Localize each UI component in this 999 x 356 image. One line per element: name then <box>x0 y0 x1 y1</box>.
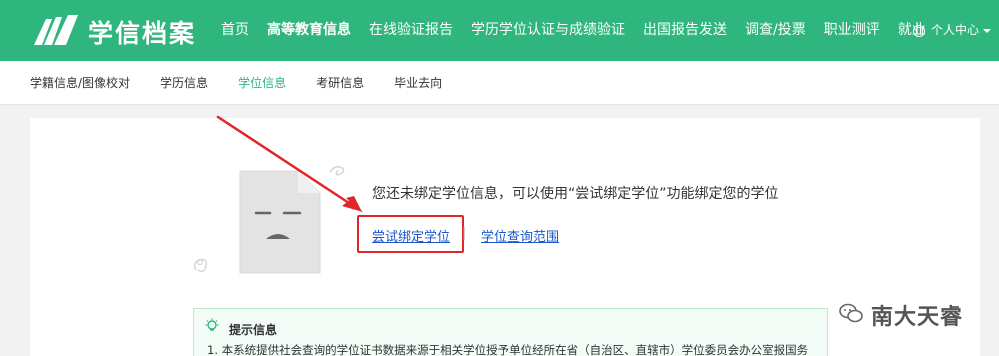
chevron-down-icon <box>983 28 992 33</box>
nav-item-survey[interactable]: 调查/投票 <box>736 0 815 61</box>
tip-line-1: 1. 本系统提供社会查询的学位证书数据来源于相关学位授予单位经所在省（自治区、直… <box>207 343 809 356</box>
lightbulb-icon <box>205 318 219 331</box>
nav-item-home[interactable]: 首页 <box>212 0 258 61</box>
nav-item-certification[interactable]: 学历学位认证与成绩验证 <box>462 0 634 61</box>
user-circle-icon <box>913 24 925 37</box>
subnav-item-graduation-destination[interactable]: 毕业去向 <box>379 61 457 105</box>
watermark-text: 南大天睿 <box>871 305 964 330</box>
nav-item-higher-education[interactable]: 高等教育信息 <box>258 0 360 61</box>
empty-state-message: 您还未绑定学位信息，可以使用“尝试绑定学位”功能绑定您的学位 <box>372 186 779 202</box>
sub-nav: 学籍信息/图像校对 学历信息 学位信息 考研信息 毕业去向 <box>0 61 999 105</box>
nav-item-abroad-report[interactable]: 出国报告发送 <box>634 0 736 61</box>
user-menu-label: 个人中心 <box>931 23 980 37</box>
try-bind-degree-link[interactable]: 尝试绑定学位 <box>372 226 450 245</box>
user-menu[interactable]: 个人中心 <box>913 0 992 61</box>
book-logo-icon[interactable] <box>32 13 80 47</box>
subnav-item-postgraduate-exam[interactable]: 考研信息 <box>301 61 379 105</box>
degree-query-scope-link[interactable]: 学位查询范围 <box>481 226 559 245</box>
tip-title: 提示信息 <box>229 323 278 337</box>
link-separator: | <box>462 226 467 241</box>
main-nav: 首页 高等教育信息 在线验证报告 学历学位认证与成绩验证 出国报告发送 调查/投… <box>212 0 935 61</box>
wechat-icon <box>839 303 863 323</box>
subnav-item-status[interactable]: 学籍信息/图像校对 <box>15 61 145 105</box>
subnav-item-diploma[interactable]: 学历信息 <box>145 61 223 105</box>
subnav-item-degree[interactable]: 学位信息 <box>223 61 301 105</box>
nav-item-online-report[interactable]: 在线验证报告 <box>360 0 462 61</box>
nav-item-career-test[interactable]: 职业测评 <box>815 0 889 61</box>
sad-document-icon <box>239 170 321 274</box>
brand-title[interactable]: 学信档案 <box>88 14 196 50</box>
top-header: 学信档案 首页 高等教育信息 在线验证报告 学历学位认证与成绩验证 出国报告发送… <box>0 0 999 61</box>
